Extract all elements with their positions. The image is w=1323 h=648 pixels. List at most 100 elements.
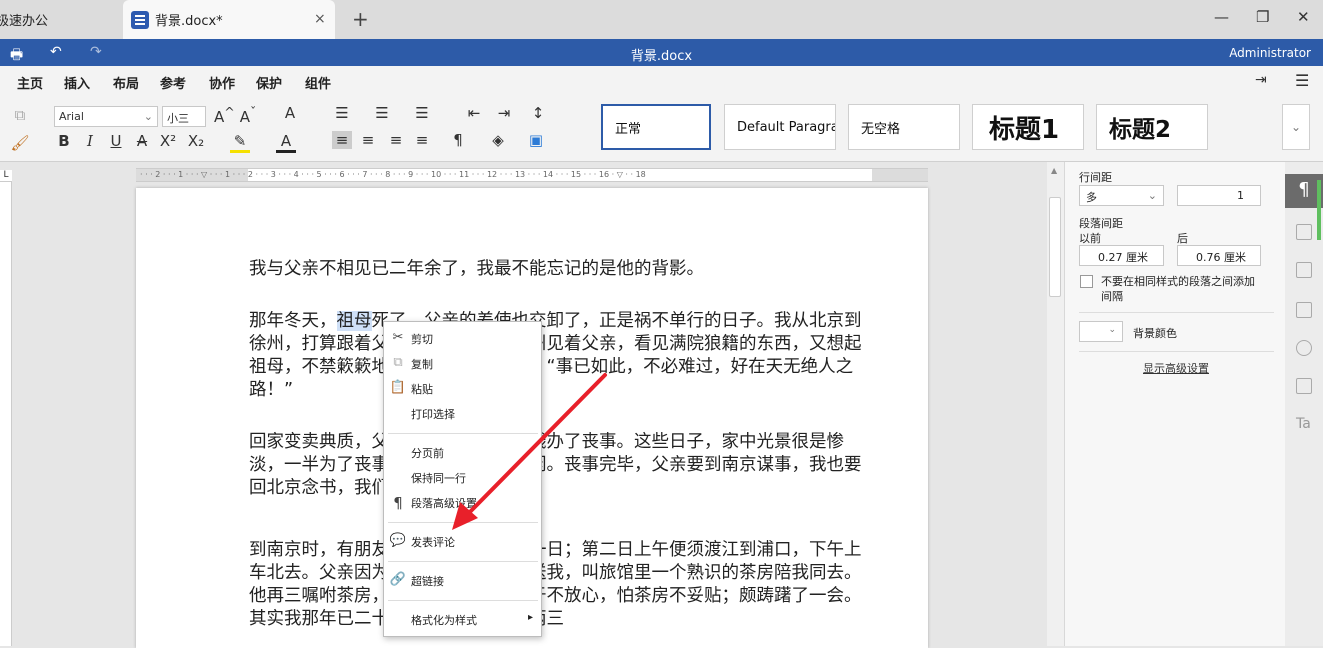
right-sidebar: ¶ Ta	[1285, 162, 1323, 646]
restore-button[interactable]: ❐	[1256, 8, 1269, 26]
style-normal[interactable]: 正常	[601, 104, 711, 150]
increase-font-icon[interactable]: A^	[214, 104, 235, 126]
borders-icon[interactable]: ▣	[526, 131, 546, 149]
shading-icon[interactable]: ◈	[488, 131, 508, 149]
italic-icon[interactable]: I	[80, 132, 100, 150]
text-art-icon[interactable]: Ta	[1296, 416, 1311, 432]
superscript-icon[interactable]: X²	[158, 132, 178, 150]
paragraph-settings-panel: 行间距 多 ⌄ 1 段落间距 以前 后 0.27 厘米 0.76 厘米 不要在相同…	[1064, 162, 1285, 646]
table-settings-icon[interactable]	[1296, 224, 1312, 240]
horizontal-ruler[interactable]: · · · 2 · · · 1 · · · ▽ · · · 1 · · · 2 …	[136, 168, 928, 182]
close-window-button[interactable]: ✕	[1297, 8, 1310, 26]
clear-format-icon[interactable]: A	[280, 104, 300, 122]
subscript-icon[interactable]: X₂	[186, 132, 206, 150]
image-settings-icon[interactable]	[1296, 262, 1312, 278]
vertical-ruler[interactable]	[0, 182, 12, 646]
highlight-icon[interactable]: ✎	[230, 132, 250, 153]
shape-settings-icon[interactable]	[1296, 340, 1312, 356]
styles-expand-button[interactable]: ⌄	[1282, 104, 1310, 150]
align-right-icon[interactable]: ≡	[386, 131, 406, 149]
bullet-list-icon[interactable]: ☰	[332, 104, 352, 122]
open-location-icon[interactable]: ⇥	[1255, 72, 1267, 88]
document-title: 背景.docx	[630, 49, 693, 64]
line-spacing-mode: 多	[1086, 191, 1097, 204]
multilevel-list-icon[interactable]: ☰	[412, 104, 432, 122]
header-footer-icon[interactable]	[1296, 302, 1312, 318]
show-advanced-link[interactable]: 显示高级设置	[1143, 360, 1209, 376]
line-spacing-mode-select[interactable]: 多 ⌄	[1079, 185, 1164, 206]
chart-settings-icon[interactable]	[1296, 378, 1312, 394]
chevron-right-icon: ▸	[527, 612, 533, 623]
no-space-checkbox[interactable]	[1080, 275, 1093, 288]
numbered-list-icon[interactable]: ☰	[372, 104, 392, 122]
menu-formatstyle-label: 格式化为样式	[411, 614, 477, 627]
bg-color-picker[interactable]: ⌄	[1079, 321, 1123, 342]
menu-references[interactable]: 参考	[160, 73, 186, 92]
scroll-up-icon[interactable]: ▲	[1051, 166, 1057, 175]
menu-item-format-as-style[interactable]: 格式化为样式 ▸	[384, 607, 541, 632]
increase-indent-icon[interactable]: ⇥	[494, 104, 514, 122]
menu-item-cut[interactable]: ✂ 剪切	[384, 326, 541, 351]
title-bar: 🖶 ↶ ↷ 背景.docx Administrator	[0, 39, 1323, 66]
format-painter-icon[interactable]: 🖌	[10, 134, 30, 152]
style-default-paragraph[interactable]: Default Paragraph	[724, 104, 836, 150]
decrease-font-icon[interactable]: Aˇ	[238, 104, 258, 126]
before-spacing-input[interactable]: 0.27 厘米	[1079, 245, 1164, 266]
link-icon: 🔗	[389, 572, 407, 587]
tab-close-icon[interactable]: ×	[314, 11, 326, 27]
menu-protect[interactable]: 保护	[256, 73, 282, 92]
menu-plugins[interactable]: 组件	[305, 73, 331, 92]
new-tab-button[interactable]: +	[352, 7, 369, 31]
menu-paste-label: 粘贴	[411, 383, 433, 396]
menu-item-hyperlink[interactable]: 🔗 超链接	[384, 568, 541, 593]
style-heading1[interactable]: 标题1	[972, 104, 1084, 150]
ruler-right-margin	[872, 169, 928, 181]
paragraph-4[interactable]: 到南京时，有朋友约去游逛，勾留了一日；第二日上午便须渡江到浦口，下午上车北去。父…	[249, 539, 869, 631]
decrease-indent-icon[interactable]: ⇤	[464, 104, 484, 122]
align-center-icon[interactable]: ≡	[358, 131, 378, 149]
after-label: 后	[1177, 232, 1188, 245]
document-icon	[131, 10, 149, 29]
line-spacing-label: 行间距	[1079, 171, 1112, 184]
style-nospace-label: 无空格	[861, 121, 901, 137]
minimize-button[interactable]: —	[1214, 8, 1229, 26]
menu-home[interactable]: 主页	[17, 73, 44, 98]
style-default-label: Default Paragraph	[737, 119, 835, 135]
tab-home[interactable]: 极速办公	[0, 0, 116, 39]
vertical-scrollbar[interactable]: ▲	[1047, 162, 1064, 646]
style-heading2[interactable]: 标题2	[1096, 104, 1208, 150]
copy-format-icon[interactable]: ⧉	[10, 106, 30, 124]
user-name[interactable]: Administrator	[1229, 46, 1311, 60]
tab-stop-selector[interactable]: L	[0, 170, 12, 182]
paragraph-mark-icon[interactable]: ¶	[448, 131, 468, 149]
menu-separator	[388, 600, 538, 601]
style-no-spacing[interactable]: 无空格	[848, 104, 960, 150]
menu-insert[interactable]: 插入	[64, 73, 90, 92]
font-size-value: 小三	[167, 112, 189, 125]
tab-document[interactable]: 背景.docx*	[123, 0, 335, 39]
toolbar: ⧉ 🖌 Arial ⌄ 小三 A^ Aˇ A B I U A X² X₂ ✎ A …	[0, 96, 1323, 162]
line-spacing-value-input[interactable]: 1	[1177, 185, 1261, 206]
menu-collaborate[interactable]: 协作	[209, 73, 235, 92]
menu-bar: 主页 插入 布局 参考 协作 保护 组件 ⇥ ☰	[0, 66, 1323, 98]
selected-text: 祖母	[336, 311, 372, 331]
bold-icon[interactable]: B	[54, 132, 74, 150]
underline-icon[interactable]: U	[106, 132, 126, 150]
after-spacing-value: 0.76 厘米	[1196, 251, 1246, 264]
strikethrough-icon[interactable]: A	[132, 132, 152, 150]
before-label: 以前	[1079, 232, 1101, 245]
ruler-labels: · · · 2 · · · 1 · · · ▽ · · · 1 · · · 2 …	[140, 170, 646, 179]
font-color-icon[interactable]: A	[276, 132, 296, 153]
paragraph-1[interactable]: 我与父亲不相见已二年余了，我最不能忘记的是他的背影。	[249, 258, 869, 281]
align-left-icon[interactable]: ≡	[332, 131, 352, 149]
menu-layout[interactable]: 布局	[113, 73, 139, 92]
hamburger-menu-icon[interactable]: ☰	[1295, 71, 1309, 90]
annotation-arrow	[452, 373, 607, 530]
justify-icon[interactable]: ≡	[412, 131, 432, 149]
line-spacing-icon[interactable]: ↕	[528, 104, 548, 122]
font-name-select[interactable]: Arial ⌄	[54, 106, 158, 127]
after-spacing-input[interactable]: 0.76 厘米	[1177, 245, 1261, 266]
scrollbar-thumb[interactable]	[1049, 197, 1061, 297]
font-size-select[interactable]: 小三	[162, 106, 206, 127]
menu-cut-label: 剪切	[411, 333, 433, 346]
